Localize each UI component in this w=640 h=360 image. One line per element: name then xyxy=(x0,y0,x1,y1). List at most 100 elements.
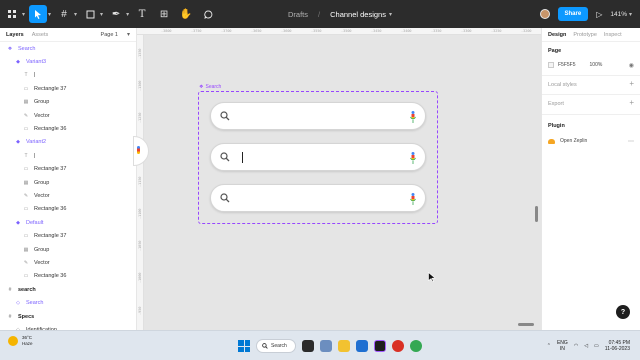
layer-label: Specs xyxy=(18,313,35,320)
figma-app-icon[interactable] xyxy=(374,340,386,352)
layer-item[interactable]: ▭ Rectangle 36 xyxy=(0,270,67,283)
windows-start-icon[interactable] xyxy=(238,340,250,352)
ruler-tick-label: -1000 xyxy=(138,272,142,283)
canvas-side-handle[interactable] xyxy=(133,136,149,166)
file-name[interactable]: Channel designs xyxy=(330,10,386,19)
page-selector[interactable]: Page 1 xyxy=(101,32,118,38)
tab-assets[interactable]: Assets xyxy=(32,32,49,38)
component-icon: ❖ xyxy=(7,45,13,52)
move-tool-icon[interactable] xyxy=(29,5,48,23)
layer-item[interactable]: ◆ Variant3 xyxy=(0,55,46,68)
file-explorer-icon[interactable] xyxy=(338,340,350,352)
chevron-down-icon[interactable]: ▾ xyxy=(389,11,392,18)
more-options-icon[interactable]: ⋯ xyxy=(628,138,634,145)
layer-item[interactable]: ✎ Vector xyxy=(0,256,50,269)
weather-text: 36°C Haze xyxy=(22,335,33,347)
page-color-swatch[interactable] xyxy=(548,62,554,68)
zeplin-icon xyxy=(548,138,555,144)
help-button[interactable]: ? xyxy=(616,305,630,319)
comment-tool-icon[interactable] xyxy=(199,5,217,23)
edge-icon[interactable] xyxy=(356,340,368,352)
chevron-down-icon[interactable]: ▾ xyxy=(48,11,51,18)
canvas-vertical-scrollbar[interactable] xyxy=(535,206,538,222)
resources-tool-icon[interactable]: ⊞ xyxy=(155,5,173,23)
layer-item[interactable]: ▭ Rectangle 37 xyxy=(0,82,67,95)
layer-item[interactable]: ◇ Search xyxy=(0,297,43,310)
plugin-row[interactable]: Open Zeplin ⋯ xyxy=(548,136,634,146)
eye-icon[interactable]: ◉ xyxy=(629,62,634,69)
hand-tool-icon[interactable]: ✋ xyxy=(177,5,195,23)
layer-item[interactable]: # Specs xyxy=(0,310,35,323)
zoom-level[interactable]: 141% xyxy=(610,11,627,18)
layer-item[interactable]: ▦ Group xyxy=(0,243,50,256)
present-play-icon[interactable]: ▷ xyxy=(596,10,602,19)
search-bar-variant3[interactable] xyxy=(210,102,426,130)
plugin-name[interactable]: Open Zeplin xyxy=(560,138,587,144)
frame-tool-icon[interactable]: # xyxy=(55,5,73,23)
tab-design[interactable]: Design xyxy=(548,32,566,38)
task-view-icon[interactable] xyxy=(302,340,314,352)
ruler-tick-label: -3700 xyxy=(221,29,232,33)
volume-icon[interactable]: ◁ xyxy=(584,343,588,349)
rectangle-icon: ▭ xyxy=(23,85,29,92)
share-button[interactable]: Share xyxy=(557,7,589,21)
frame-label[interactable]: ❖ Search xyxy=(199,84,221,90)
tab-prototype[interactable]: Prototype xyxy=(573,32,597,38)
chevron-down-icon[interactable]: ▾ xyxy=(22,11,25,18)
tab-inspect[interactable]: Inspect xyxy=(604,32,622,38)
layer-item[interactable]: ▭ Rectangle 37 xyxy=(0,163,67,176)
plugin-section-title: Plugin xyxy=(548,123,565,129)
layer-item[interactable]: ◆ Variant2 xyxy=(0,136,46,149)
layer-item[interactable]: ▭ Rectangle 36 xyxy=(0,203,67,216)
taskbar-search[interactable]: Search xyxy=(256,339,296,353)
avatar[interactable] xyxy=(539,9,550,19)
system-tray: ⌃ ENG IN ◠ ◁ ▭ 07:45 PM 11-06-2023 xyxy=(547,337,630,355)
chrome-profile-icon[interactable] xyxy=(410,340,422,352)
layer-item[interactable]: ▭ Rectangle 36 xyxy=(0,122,67,135)
ruler-tick-label: -3400 xyxy=(401,29,412,33)
tab-layers[interactable]: Layers xyxy=(6,32,24,38)
search-bar-default[interactable] xyxy=(210,184,426,212)
page-background-row[interactable]: F5F5F5 100% ◉ xyxy=(548,60,634,70)
wifi-icon[interactable]: ◠ xyxy=(574,343,578,349)
clock[interactable]: 07:45 PM 11-06-2023 xyxy=(605,340,630,352)
page-color-value[interactable]: F5F5F5 xyxy=(558,62,576,68)
drafts-link[interactable]: Drafts xyxy=(288,10,308,19)
layer-item[interactable]: ◆ Default xyxy=(0,216,43,229)
breadcrumb-separator: / xyxy=(318,9,321,19)
search-bar-variant2[interactable] xyxy=(210,143,426,171)
chevron-down-icon[interactable]: ▾ xyxy=(127,31,130,38)
layer-item[interactable]: T | xyxy=(0,69,35,82)
layer-item[interactable]: ▦ Group xyxy=(0,176,50,189)
add-export-plus-icon[interactable]: + xyxy=(629,98,634,107)
layer-item[interactable]: ✎ Vector xyxy=(0,109,50,122)
battery-icon[interactable]: ▭ xyxy=(594,343,599,349)
page-opacity-value[interactable]: 100% xyxy=(590,62,603,68)
layers-panel: Layers Assets Page 1 ▾ ❖ Search ◆ Variant3 T… xyxy=(0,28,137,333)
chrome-icon[interactable] xyxy=(392,340,404,352)
canvas-horizontal-scrollbar[interactable] xyxy=(518,323,534,326)
chevron-up-icon[interactable]: ⌃ xyxy=(547,343,551,349)
widgets-icon[interactable] xyxy=(320,340,332,352)
rectangle-tool-icon[interactable] xyxy=(81,5,99,23)
chevron-down-icon[interactable]: ▾ xyxy=(629,11,632,18)
ruler-tick-label: -3450 xyxy=(371,29,382,33)
layer-item[interactable]: T | xyxy=(0,149,35,162)
chevron-down-icon[interactable]: ▾ xyxy=(74,11,77,18)
layer-item[interactable]: ❖ Search xyxy=(0,42,36,55)
language-indicator[interactable]: ENG IN xyxy=(557,340,568,352)
ruler-tick-label: -3300 xyxy=(461,29,472,33)
layer-item[interactable]: ▭ Rectangle 37 xyxy=(0,230,67,243)
weather-widget[interactable]: 36°C Haze xyxy=(8,335,33,347)
layer-item[interactable]: ✎ Vector xyxy=(0,189,50,202)
layer-item[interactable]: # search xyxy=(0,283,36,296)
main-menu-icon[interactable] xyxy=(3,5,21,23)
layer-label: Rectangle 36 xyxy=(34,273,67,280)
chevron-down-icon[interactable]: ▾ xyxy=(126,11,129,18)
layer-item[interactable]: ▦ Group xyxy=(0,96,50,109)
add-style-plus-icon[interactable]: + xyxy=(629,79,634,88)
layer-label: | xyxy=(34,152,36,159)
pen-tool-icon[interactable]: ✒ xyxy=(107,5,125,23)
chevron-down-icon[interactable]: ▾ xyxy=(100,11,103,18)
text-tool-icon[interactable]: T xyxy=(133,5,151,23)
